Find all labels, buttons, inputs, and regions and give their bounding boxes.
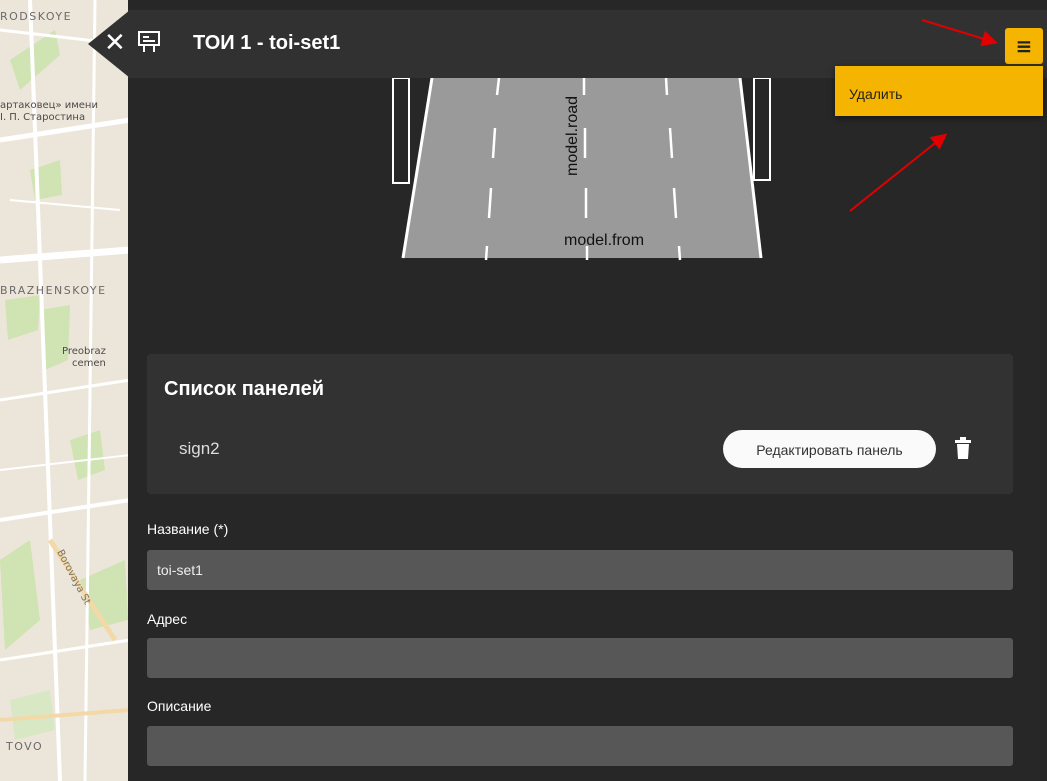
road-sign-icon: [138, 31, 160, 52]
map-poi-line: артаковец» имени: [0, 100, 98, 111]
close-icon[interactable]: ✕: [104, 28, 126, 58]
actions-dropdown: Удалить: [835, 66, 1043, 116]
map-poi-label: артаковец» имени І. П. Старостина: [0, 100, 98, 124]
name-field[interactable]: [147, 550, 1013, 590]
map-background[interactable]: RODSKOYE артаковец» имени І. П. Старости…: [0, 0, 130, 781]
sign-post-right: [753, 77, 771, 181]
description-label: Описание: [147, 698, 212, 714]
page-title: ТОИ 1 - toi-set1: [193, 32, 341, 54]
panels-title: Список панелей: [164, 378, 324, 400]
panels-card: Список панелей sign2 Редактировать панел…: [147, 354, 1013, 494]
address-field[interactable]: [147, 638, 1013, 678]
map-poi-line: cemen: [71, 358, 106, 369]
road-label: model.road: [564, 95, 581, 176]
map-district-label: TOVO: [6, 740, 44, 753]
map-district-label: BRAZHENSKOYE: [0, 284, 107, 297]
sign-post-left: [392, 77, 410, 184]
map-poi-line: Preobraz: [62, 346, 106, 357]
hamburger-menu-icon: ≡: [1015, 34, 1033, 58]
name-label: Название (*): [147, 521, 229, 537]
trash-icon[interactable]: [955, 437, 971, 459]
menu-item-delete[interactable]: Удалить: [849, 86, 902, 102]
map-poi-label: Preobraz cemen: [62, 346, 106, 370]
edit-panel-button[interactable]: Редактировать панель: [723, 430, 936, 468]
description-field[interactable]: [147, 726, 1013, 766]
menu-button[interactable]: ≡: [1005, 28, 1043, 64]
panel-name: sign2: [179, 439, 220, 458]
road-surface: [403, 78, 761, 258]
map-district-label: RODSKOYE: [0, 10, 73, 23]
address-label: Адрес: [147, 611, 188, 627]
map-poi-line: І. П. Старостина: [0, 112, 86, 123]
from-label: model.from: [564, 232, 645, 249]
